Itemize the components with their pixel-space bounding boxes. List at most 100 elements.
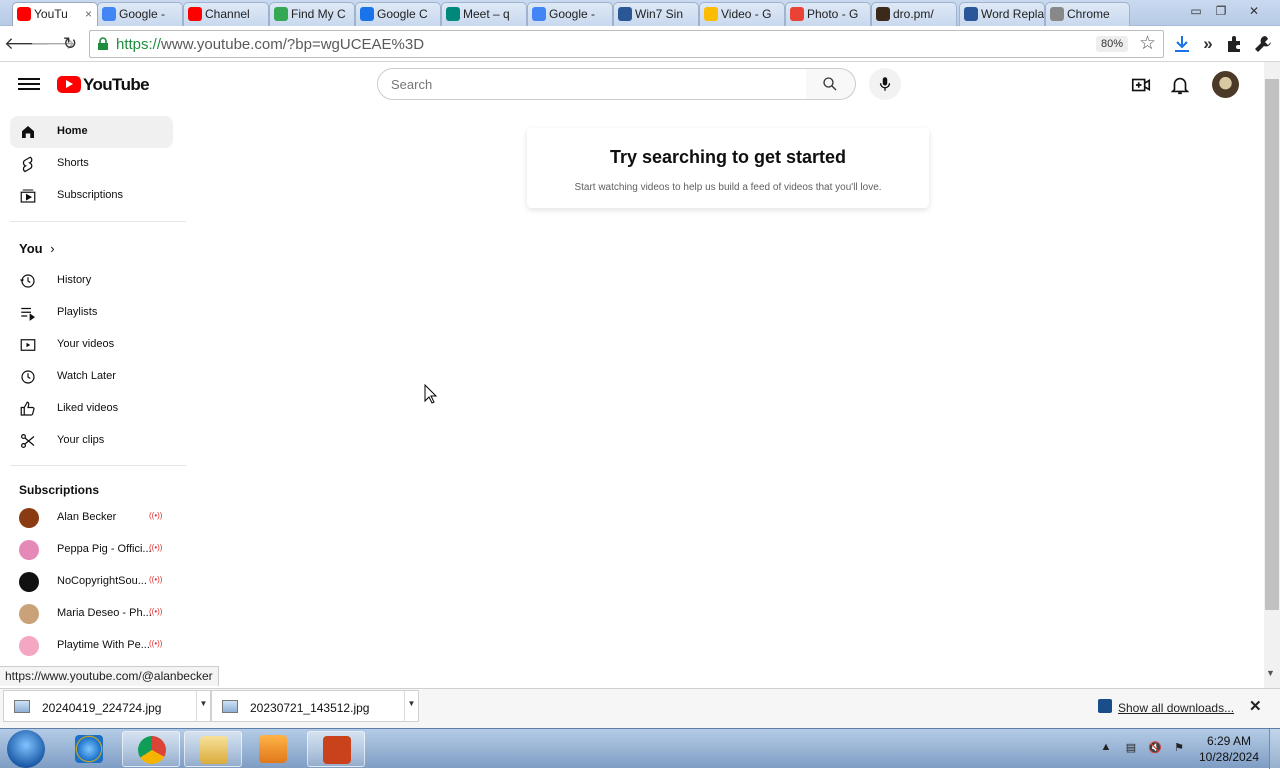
restore-button[interactable]: ❐: [1209, 2, 1233, 20]
sidebar-item-shorts[interactable]: Shorts: [10, 148, 173, 180]
empty-feed-card: Try searching to get started Start watch…: [527, 128, 929, 208]
voice-search-button[interactable]: [869, 68, 901, 100]
close-downloads-bar-button[interactable]: ✕: [1249, 697, 1262, 715]
sidebar-item-label: Liked videos: [57, 402, 119, 414]
sidebar-item-label: Your clips: [57, 434, 105, 446]
minimize-button[interactable]: ▭: [1184, 2, 1208, 20]
tab-favicon-icon: [876, 7, 890, 21]
forward-button[interactable]: 🡒: [30, 32, 76, 56]
browser-tab[interactable]: Video - G: [699, 2, 785, 26]
sidebar-item-your-videos[interactable]: Your videos: [10, 329, 173, 361]
powerpoint-taskbar-button[interactable]: [307, 731, 365, 767]
puzzle-icon[interactable]: [1223, 32, 1247, 56]
window-close-button[interactable]: ✕: [1242, 2, 1266, 20]
notifications-bell-icon[interactable]: [1169, 74, 1191, 96]
start-button[interactable]: [7, 730, 45, 768]
tab-title: Photo - G: [807, 7, 859, 21]
browser-tab[interactable]: Find My C: [269, 2, 355, 26]
tab-close-icon[interactable]: ×: [85, 7, 92, 21]
tab-favicon-icon: [17, 7, 31, 21]
action-center-flag-icon[interactable]: ⚑: [1172, 741, 1186, 755]
subscription-item[interactable]: Peppa Pig - Offici... ((•)): [10, 534, 173, 566]
browser-tab[interactable]: Google -: [97, 2, 183, 26]
account-avatar[interactable]: [1212, 71, 1239, 98]
subscription-item[interactable]: Alan Becker ((•)): [10, 502, 173, 534]
scroll-down-arrow-icon[interactable]: ▼: [1266, 668, 1275, 678]
search-input[interactable]: [378, 69, 806, 99]
sidebar-divider: [10, 221, 186, 222]
chrome-taskbar-button[interactable]: [122, 731, 180, 767]
download-item[interactable]: 20240419_224724.jpg ▼: [3, 690, 211, 722]
subscription-item[interactable]: Playtime With Pe... ((•)): [10, 630, 173, 662]
browser-tab[interactable]: Win7 Sin: [613, 2, 699, 26]
download-item[interactable]: 20230721_143512.jpg ▼: [211, 690, 419, 722]
sidebar-item-watch-later[interactable]: Watch Later: [10, 361, 173, 393]
scrollbar-thumb[interactable]: [1265, 79, 1279, 610]
sidebar-item-label: Playlists: [57, 306, 98, 318]
address-bar[interactable]: https://www.youtube.com/?bp=wgUCEAE%3D 8…: [89, 30, 1164, 58]
extensions-overflow-icon[interactable]: »: [1196, 32, 1220, 56]
tab-title: YouTu: [34, 7, 68, 21]
you-section-heading[interactable]: You ›: [19, 241, 55, 256]
volume-muted-icon[interactable]: 🔇: [1148, 741, 1162, 755]
downloads-icon: [1098, 699, 1112, 713]
sidebar-item-liked-videos[interactable]: Liked videos: [10, 393, 173, 425]
tab-favicon-icon: [618, 7, 632, 21]
zoom-indicator[interactable]: 80%: [1096, 36, 1129, 52]
subscription-item[interactable]: Maria Deseo - Ph... ((•)): [10, 598, 173, 630]
browser-tab[interactable]: Google C: [355, 2, 441, 26]
tab-favicon-icon: [446, 7, 460, 21]
sidebar-item-your-clips[interactable]: Your clips: [10, 425, 173, 457]
live-indicator-icon: ((•)): [149, 607, 163, 616]
download-menu-arrow-icon[interactable]: ▼: [196, 691, 210, 721]
tab-title: Google -: [119, 7, 166, 21]
sidebar-item-home[interactable]: Home: [10, 116, 173, 148]
live-indicator-icon: ((•)): [149, 575, 163, 584]
sidebar-item-history[interactable]: History: [10, 265, 173, 297]
downloads-bar: 20240419_224724.jpg ▼ 20230721_143512.jp…: [0, 688, 1280, 728]
hamburger-menu-icon[interactable]: [18, 75, 40, 93]
browser-toolbar: 🡐 🡒 ↻ https://www.youtube.com/?bp=wgUCEA…: [0, 26, 1280, 62]
image-file-icon: [222, 700, 238, 713]
show-desktop-button[interactable]: [1269, 729, 1280, 769]
ie-icon: [75, 735, 103, 763]
create-video-icon[interactable]: [1130, 74, 1152, 96]
browser-tab[interactable]: Chrome: [1045, 2, 1130, 26]
browser-tab[interactable]: YouTu ×: [12, 2, 98, 26]
tab-title: Chrome: [1067, 7, 1110, 21]
taskbar-clock[interactable]: 6:29 AM 10/28/2024: [1196, 733, 1262, 765]
media-player-icon: [259, 735, 287, 763]
download-menu-arrow-icon[interactable]: ▼: [404, 691, 418, 721]
download-icon[interactable]: [1170, 32, 1194, 56]
bookmark-star-icon[interactable]: ☆: [1139, 32, 1156, 55]
show-all-downloads-link[interactable]: Show all downloads...: [1118, 701, 1234, 715]
status-url-bubble: https://www.youtube.com/@alanbecker: [0, 666, 219, 686]
url-text: https://www.youtube.com/?bp=wgUCEAE%3D: [116, 36, 425, 53]
explorer-taskbar-button[interactable]: [184, 731, 242, 767]
internet-explorer-taskbar-button[interactable]: [60, 731, 118, 767]
sidebar-item-subscriptions[interactable]: Subscriptions: [10, 180, 173, 212]
tab-favicon-icon: [102, 7, 116, 21]
media-player-taskbar-button[interactable]: [244, 731, 302, 767]
show-hidden-icons-icon[interactable]: ▲: [1099, 741, 1113, 755]
sidebar-item-label: Shorts: [57, 157, 89, 169]
sidebar-item-playlists[interactable]: Playlists: [10, 297, 173, 329]
browser-tab[interactable]: Meet – q: [441, 2, 527, 26]
wrench-icon[interactable]: [1251, 32, 1275, 56]
network-icon[interactable]: ▤: [1124, 741, 1138, 755]
browser-tab[interactable]: dro.pm/: [871, 2, 957, 26]
browser-tab[interactable]: Word Repla: [959, 2, 1045, 26]
reload-button[interactable]: ↻: [58, 32, 82, 56]
playlists-icon: [21, 307, 36, 321]
browser-tab[interactable]: Google -: [527, 2, 613, 26]
browser-tab[interactable]: Channel: [183, 2, 269, 26]
search-button[interactable]: [806, 68, 856, 100]
tab-title: Meet – q: [463, 7, 510, 21]
subscription-item[interactable]: NoCopyrightSou... ((•)): [10, 566, 173, 598]
channel-name: NoCopyrightSou...: [57, 575, 147, 587]
back-button[interactable]: 🡐: [4, 32, 50, 56]
browser-tab[interactable]: Photo - G: [785, 2, 871, 26]
tab-title: Win7 Sin: [635, 7, 684, 21]
tab-favicon-icon: [964, 7, 978, 21]
tab-favicon-icon: [274, 7, 288, 21]
